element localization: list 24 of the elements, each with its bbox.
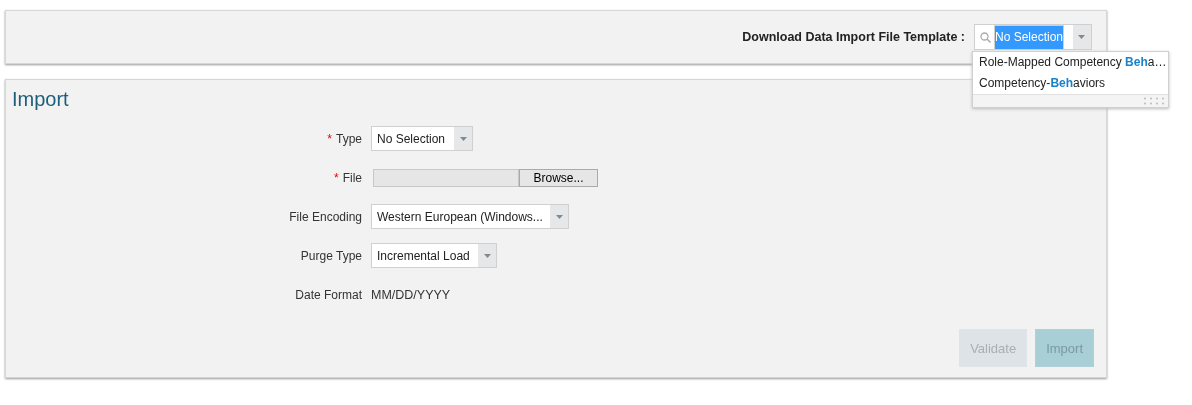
search-icon xyxy=(980,31,991,43)
field-label: File Encoding xyxy=(289,209,362,224)
dropdown-option[interactable]: Competency-Behaviors xyxy=(973,73,1168,94)
caret-icon xyxy=(459,136,467,141)
select-field[interactable]: No Selection xyxy=(371,126,473,151)
field-label: File xyxy=(342,170,362,185)
file-path-field[interactable] xyxy=(373,168,519,187)
panel-title: Import xyxy=(11,87,69,111)
field-label: Purge Type xyxy=(300,248,362,263)
select-field[interactable]: Incremental Load xyxy=(371,243,497,268)
required-asterisk: * xyxy=(334,170,339,185)
browse-button[interactable]: Browse... xyxy=(519,168,598,187)
field-label: Date Format xyxy=(295,287,362,302)
caret-icon xyxy=(483,253,491,258)
select-field[interactable]: Western European (Windows... xyxy=(371,204,569,229)
required-asterisk: * xyxy=(327,131,332,146)
caret-icon xyxy=(555,214,563,219)
field-label: Type xyxy=(336,131,362,146)
caret-icon xyxy=(1078,35,1086,39)
template-value: No Selection xyxy=(994,24,1065,50)
resize-grip-icon xyxy=(1144,97,1166,105)
template-label: Download Data Import File Template : xyxy=(742,30,965,44)
field-value: MM/DD/YYYY xyxy=(371,287,451,302)
dropdown-option[interactable]: Role-Mapped Competency Beha… xyxy=(973,52,1168,73)
